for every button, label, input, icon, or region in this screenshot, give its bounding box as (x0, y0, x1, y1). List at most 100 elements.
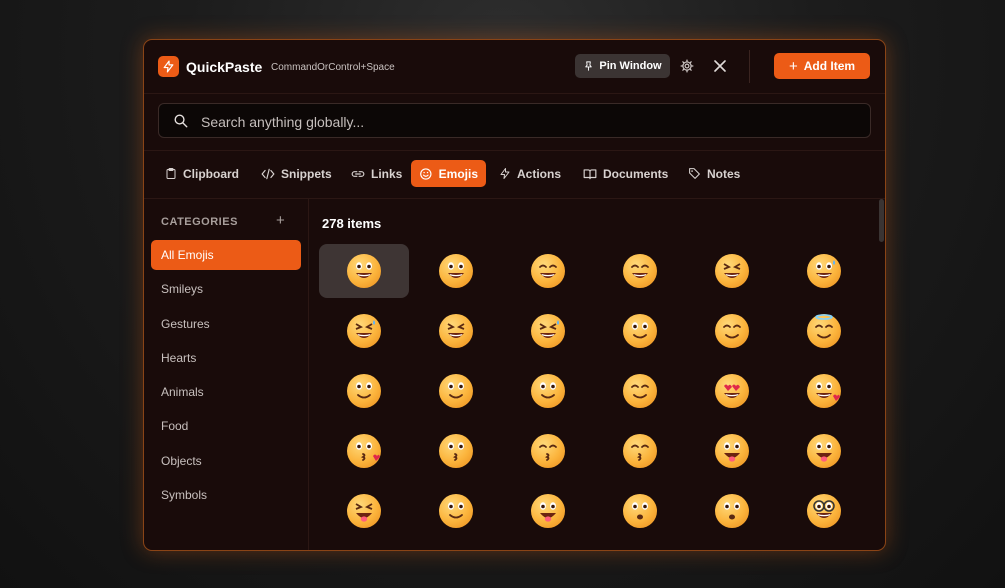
code-icon (261, 168, 275, 179)
sidebar-item-hearts[interactable]: Hearts (151, 343, 301, 373)
slightly-smiling-face-icon (347, 374, 381, 408)
emoji-item[interactable] (687, 424, 777, 478)
emoji-item[interactable] (411, 244, 501, 298)
tab-label: Notes (707, 166, 741, 181)
kissing-face-closed-eyes-icon (623, 434, 657, 468)
zany-face-icon (531, 494, 565, 528)
sidebar-item-food[interactable]: Food (151, 411, 301, 441)
face-holding-back-tears-icon (531, 314, 565, 348)
settings-button[interactable] (678, 57, 696, 75)
emoji-item[interactable] (319, 304, 409, 358)
sidebar-item-gestures[interactable]: Gestures (151, 309, 301, 339)
tab-documents[interactable]: Documents (575, 160, 676, 187)
search-icon (174, 114, 188, 128)
quickpaste-window: QuickPaste CommandOrControl+Space Pin Wi… (143, 39, 886, 551)
emoji-item[interactable] (687, 244, 777, 298)
tab-label: Actions (517, 166, 562, 181)
emoji-item[interactable] (779, 364, 869, 418)
scrollbar-thumb[interactable] (879, 199, 884, 242)
tab-snippets[interactable]: Snippets (253, 160, 340, 187)
search-box (158, 103, 871, 139)
winking-face-tongue-icon (439, 494, 473, 528)
emoji-item[interactable] (319, 244, 409, 298)
emoji-item[interactable] (595, 484, 685, 538)
search-input[interactable] (199, 104, 853, 139)
emoji-item[interactable] (319, 484, 409, 538)
close-button[interactable] (711, 57, 729, 75)
tab-label: Documents (603, 166, 669, 181)
squinting-face-tongue-icon (347, 494, 381, 528)
categories-header: CATEGORIES (161, 216, 238, 228)
emoji-item[interactable] (595, 364, 685, 418)
tears-of-joy-icon (347, 314, 381, 348)
close-icon (714, 60, 726, 72)
emoji-item[interactable] (687, 364, 777, 418)
smiling-face-halo-icon (807, 314, 841, 348)
search-section (144, 93, 885, 151)
add-item-button[interactable]: + Add Item (774, 53, 870, 79)
tab-label: Clipboard (183, 166, 239, 181)
tag-icon (689, 168, 700, 179)
nerd-face-icon (807, 494, 841, 528)
emoji-item[interactable] (319, 364, 409, 418)
emoji-item[interactable] (687, 304, 777, 358)
sidebar-item-all-emojis[interactable]: All Emojis (151, 240, 301, 270)
face-savoring-food-icon (715, 434, 749, 468)
kissing-face-icon (439, 434, 473, 468)
emoji-panel: 278 items (309, 199, 885, 550)
book-icon (583, 168, 597, 179)
category-tabs: Clipboard Snippets Links Emojis Actions … (144, 150, 885, 199)
sidebar-item-animals[interactable]: Animals (151, 377, 301, 407)
heart-eyes-icon (715, 374, 749, 408)
sidebar-item-smileys[interactable]: Smileys (151, 274, 301, 304)
categories-sidebar: CATEGORIES + All Emojis Smileys Gestures… (144, 199, 309, 550)
face-with-tongue-icon (807, 434, 841, 468)
tab-notes[interactable]: Notes (680, 160, 748, 187)
emoji-item[interactable] (411, 304, 501, 358)
items-count: 278 items (322, 216, 382, 231)
shortcut-label: CommandOrControl+Space (271, 62, 395, 73)
emoji-item[interactable] (411, 424, 501, 478)
smiling-face-icon (623, 314, 657, 348)
pin-icon (585, 61, 593, 71)
emoji-item[interactable] (687, 484, 777, 538)
emoji-item[interactable] (503, 424, 593, 478)
grinning-face-icon (347, 254, 381, 288)
pin-window-button[interactable]: Pin Window (575, 54, 670, 78)
tab-emojis[interactable]: Emojis (411, 160, 486, 187)
tab-clipboard[interactable]: Clipboard (157, 160, 247, 187)
emoji-item[interactable] (503, 244, 593, 298)
tab-label: Emojis (438, 166, 478, 181)
grinning-face-smiling-eyes-icon (531, 254, 565, 288)
emoji-item[interactable] (779, 304, 869, 358)
tab-links[interactable]: Links (343, 160, 410, 187)
emoji-item[interactable] (503, 364, 593, 418)
rolling-on-floor-laughing-icon (439, 314, 473, 348)
emoji-item[interactable] (779, 244, 869, 298)
emoji-item[interactable] (411, 484, 501, 538)
app-title: QuickPaste (186, 59, 263, 75)
grinning-face-sweat-icon (807, 254, 841, 288)
kissing-face-smiling-eyes-icon (531, 434, 565, 468)
emoji-item[interactable] (779, 424, 869, 478)
emoji-item[interactable] (503, 304, 593, 358)
sidebar-item-symbols[interactable]: Symbols (151, 480, 301, 510)
sidebar-item-objects[interactable]: Objects (151, 446, 301, 476)
tab-label: Snippets (281, 166, 332, 181)
emoji-item[interactable] (503, 484, 593, 538)
clipboard-icon (166, 168, 176, 179)
lightning-icon (500, 168, 510, 179)
winking-face-icon (531, 374, 565, 408)
emoji-item[interactable] (595, 424, 685, 478)
emoji-item[interactable] (319, 424, 409, 478)
beaming-face-icon (623, 254, 657, 288)
emoji-item[interactable] (595, 304, 685, 358)
emoji-item[interactable] (595, 244, 685, 298)
smiling-face-hearts-icon (807, 374, 841, 408)
tab-label: Links (371, 166, 403, 181)
emoji-item[interactable] (411, 364, 501, 418)
add-category-button[interactable]: + (276, 212, 285, 229)
face-blowing-kiss-icon (347, 434, 381, 468)
tab-actions[interactable]: Actions (491, 160, 569, 187)
emoji-item[interactable] (779, 484, 869, 538)
